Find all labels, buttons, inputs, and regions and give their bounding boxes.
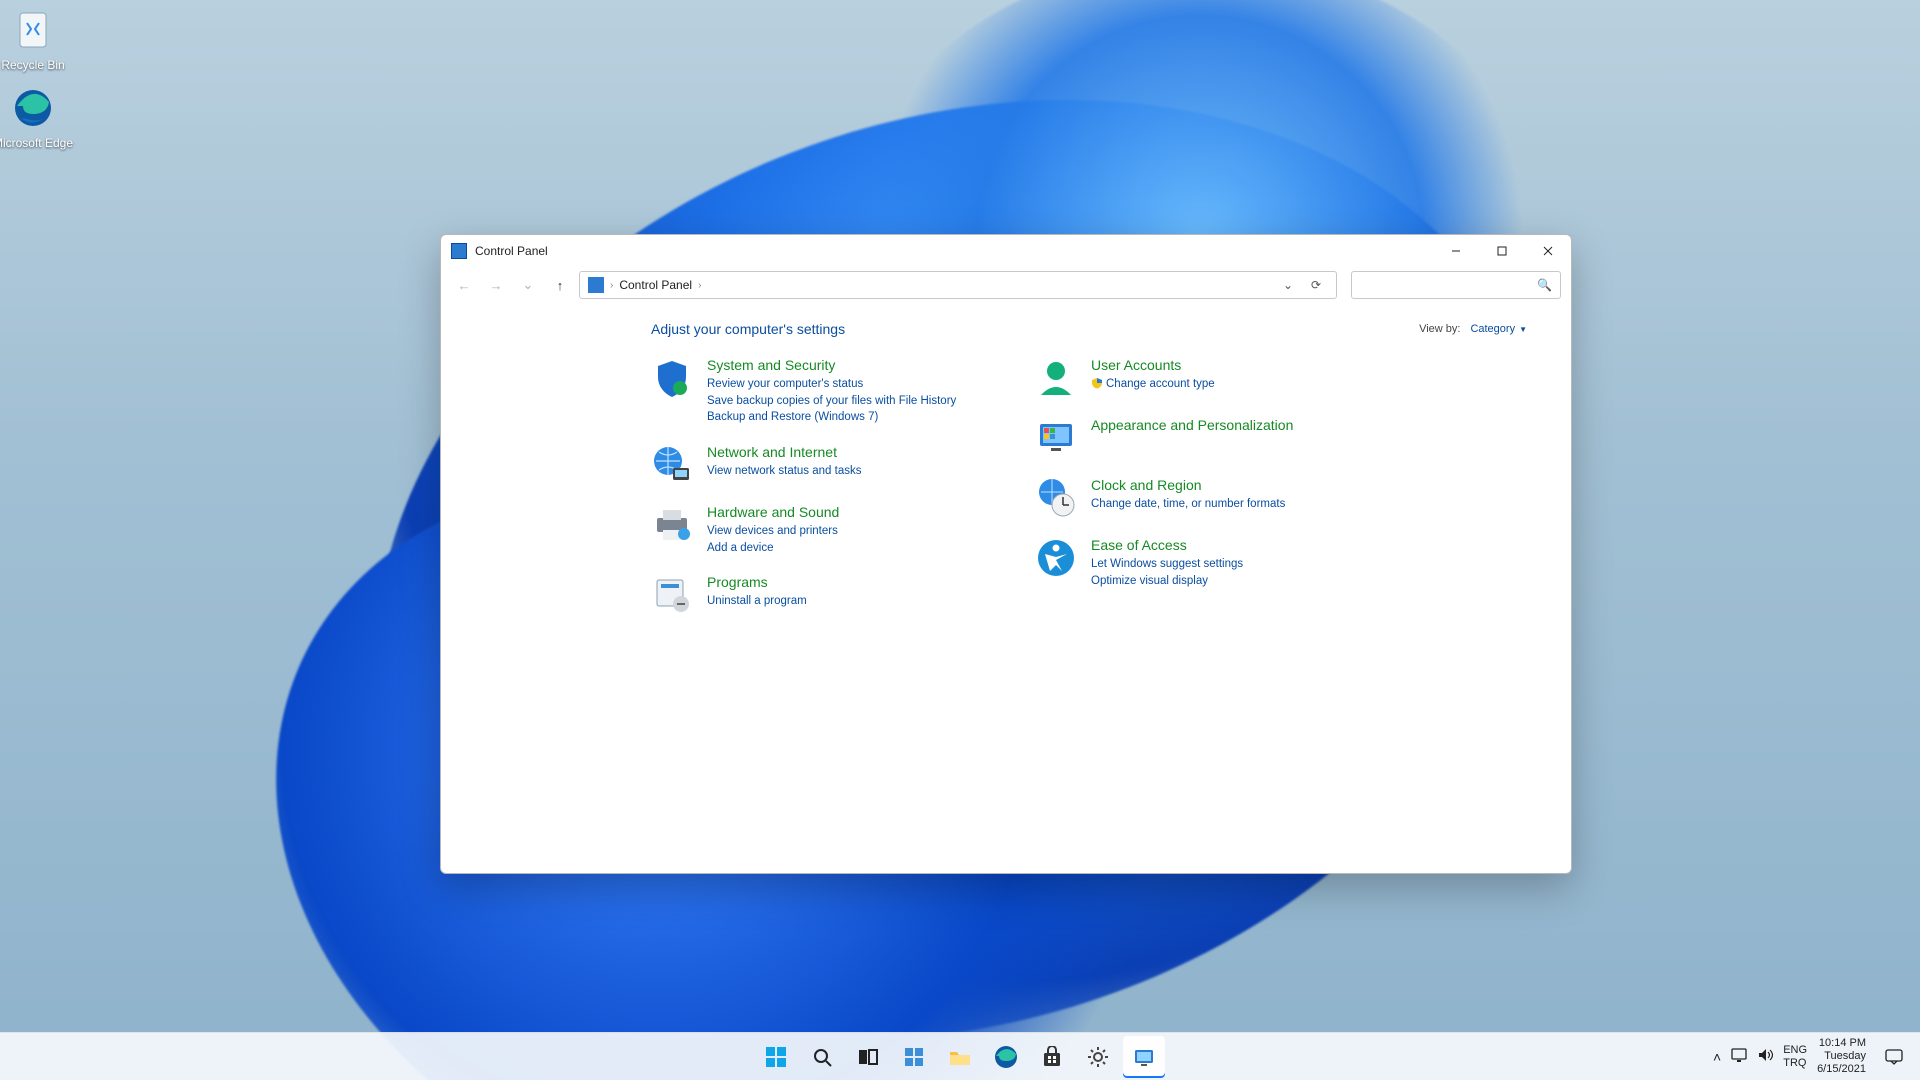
category-programs: Programs Uninstall a program [651,574,991,616]
category-hardware-sound: Hardware and Sound View devices and prin… [651,504,991,556]
search-input[interactable] [1360,278,1537,292]
category-link[interactable]: View devices and printers [707,523,839,540]
address-bar[interactable]: › Control Panel › ⌄ ⟳ [579,271,1337,299]
tray-language[interactable]: ENG TRQ [1783,1044,1807,1069]
accessibility-icon [1035,537,1077,579]
recycle-bin-icon [9,6,57,54]
nav-back-button[interactable]: ← [451,272,477,298]
category-title[interactable]: Clock and Region [1091,477,1285,493]
category-link[interactable]: Change account type [1091,376,1215,393]
tray-volume-icon[interactable] [1757,1048,1773,1065]
category-clock-region: Clock and Region Change date, time, or n… [1035,477,1335,519]
tray-clock[interactable]: 10:14 PM Tuesday 6/15/2021 [1817,1037,1866,1077]
tray-notifications-button[interactable] [1876,1039,1912,1075]
category-title[interactable]: Network and Internet [707,444,861,460]
address-dropdown-button[interactable]: ⌄ [1276,273,1300,297]
category-ease-of-access: Ease of Access Let Windows suggest setti… [1035,537,1335,589]
nav-recent-dropdown[interactable]: ⌄ [515,272,541,298]
window-title: Control Panel [475,244,548,258]
desktop-icon-edge[interactable]: Microsoft Edge [0,84,78,150]
category-title[interactable]: System and Security [707,357,956,373]
desktop-icon-label: Recycle Bin [0,58,78,72]
search-icon: 🔍 [1537,278,1552,292]
refresh-button[interactable]: ⟳ [1304,273,1328,297]
category-link[interactable]: Change date, time, or number formats [1091,496,1285,513]
category-title[interactable]: Hardware and Sound [707,504,839,520]
nav-row: ← → ⌄ ↑ › Control Panel › ⌄ ⟳ 🔍 [441,267,1571,303]
page-heading: Adjust your computer's settings [651,321,845,337]
tray-overflow-button[interactable]: ˄ [1713,1049,1721,1065]
category-network-internet: Network and Internet View network status… [651,444,991,486]
tray-network-icon[interactable] [1731,1048,1747,1065]
category-link[interactable]: Save backup copies of your files with Fi… [707,393,956,410]
system-tray: ˄ ENG TRQ 10:14 PM Tuesday 6/15/2021 [1713,1033,1920,1080]
edge-icon [9,84,57,132]
taskbar-store-button[interactable] [1031,1036,1073,1078]
programs-icon [651,574,693,616]
minimize-button[interactable] [1433,235,1479,267]
nav-forward-button[interactable]: → [483,272,509,298]
category-link[interactable]: Uninstall a program [707,593,807,610]
shield-icon [651,357,693,399]
taskbar-edge-button[interactable] [985,1036,1027,1078]
desktop-icon-label: Microsoft Edge [0,136,78,150]
address-icon [588,277,604,293]
chevron-down-icon: ▼ [1519,325,1527,334]
taskbar-explorer-button[interactable] [939,1036,981,1078]
titlebar[interactable]: Control Panel [441,235,1571,267]
taskbar: ˄ ENG TRQ 10:14 PM Tuesday 6/15/2021 [0,1032,1920,1080]
view-by-label: View by: [1419,323,1460,335]
user-icon [1035,357,1077,399]
category-title[interactable]: Programs [707,574,807,590]
chevron-right-icon: › [610,280,613,291]
start-button[interactable] [755,1036,797,1078]
desktop-icon-recycle-bin[interactable]: Recycle Bin [0,6,78,72]
taskbar-widgets-button[interactable] [893,1036,935,1078]
app-icon [451,243,467,259]
category-link[interactable]: Backup and Restore (Windows 7) [707,409,956,426]
close-button[interactable] [1525,235,1571,267]
chevron-right-icon: › [698,280,701,291]
maximize-button[interactable] [1479,235,1525,267]
taskbar-controlpanel-button[interactable] [1123,1036,1165,1078]
nav-up-button[interactable]: ↑ [547,272,573,298]
category-link[interactable]: Add a device [707,540,839,557]
category-link[interactable]: Review your computer's status [707,376,956,393]
view-by-dropdown[interactable]: Category ▼ [1470,323,1527,335]
search-box[interactable]: 🔍 [1351,271,1561,299]
globe-icon [651,444,693,486]
category-title[interactable]: User Accounts [1091,357,1215,373]
taskbar-settings-button[interactable] [1077,1036,1119,1078]
clock-globe-icon [1035,477,1077,519]
category-title[interactable]: Ease of Access [1091,537,1243,553]
taskbar-search-button[interactable] [801,1036,843,1078]
category-appearance: Appearance and Personalization [1035,417,1335,459]
printer-icon [651,504,693,546]
category-link[interactable]: View network status and tasks [707,463,861,480]
taskbar-taskview-button[interactable] [847,1036,889,1078]
category-system-security: System and Security Review your computer… [651,357,991,426]
control-panel-window: Control Panel ← → ⌄ ↑ › Control Panel › … [440,234,1572,874]
category-link[interactable]: Optimize visual display [1091,573,1243,590]
category-title[interactable]: Appearance and Personalization [1091,417,1293,433]
category-user-accounts: User Accounts Change account type [1035,357,1335,399]
breadcrumb[interactable]: Control Panel [619,278,692,292]
content-area: Adjust your computer's settings View by:… [441,303,1571,873]
monitor-icon [1035,417,1077,459]
category-link[interactable]: Let Windows suggest settings [1091,556,1243,573]
uac-shield-icon [1091,377,1103,389]
